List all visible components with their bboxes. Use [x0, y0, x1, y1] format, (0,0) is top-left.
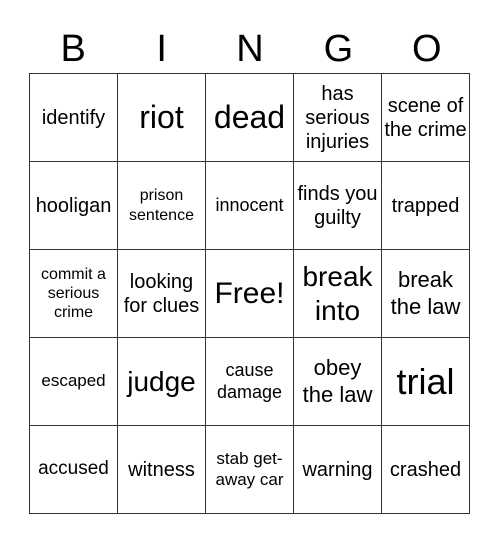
bingo-cell[interactable]: stab get-away car: [206, 426, 294, 514]
cell-text: innocent: [215, 194, 284, 215]
bingo-cell[interactable]: dead: [206, 74, 294, 162]
bingo-cell[interactable]: finds you guilty: [294, 162, 382, 250]
header-letter-b: B: [60, 28, 86, 70]
free-space-cell[interactable]: Free!: [206, 250, 294, 338]
header-letter-g: G: [323, 28, 354, 70]
cell-text: break the law: [390, 267, 461, 319]
bingo-cell[interactable]: judge: [118, 338, 206, 426]
bingo-grid: identify riot dead has serious injuries scen…: [29, 73, 470, 514]
header-letter-n: N: [236, 28, 264, 70]
header-letter-o: O: [412, 28, 442, 70]
bingo-cell[interactable]: prison sentence: [118, 162, 206, 250]
cell-text: commit a serious crime: [41, 265, 106, 322]
bingo-cell[interactable]: hooligan: [30, 162, 118, 250]
header-letter-i: I: [156, 28, 167, 70]
cell-text: dead: [213, 99, 286, 136]
cell-text: prison sentence: [129, 187, 194, 224]
bingo-cell[interactable]: witness: [118, 426, 206, 514]
cell-text: identify: [41, 106, 106, 129]
bingo-cell[interactable]: accused: [30, 426, 118, 514]
cell-text: trapped: [391, 194, 460, 217]
cell-text: riot: [139, 99, 184, 136]
bingo-cell[interactable]: warning: [294, 426, 382, 514]
bingo-cell[interactable]: trial: [382, 338, 470, 426]
bingo-cell[interactable]: scene of the crime: [382, 74, 470, 162]
cell-text: judge: [127, 365, 196, 397]
bingo-cell[interactable]: cause damage: [206, 338, 294, 426]
bingo-cell[interactable]: obey the law: [294, 338, 382, 426]
bingo-cell[interactable]: escaped: [30, 338, 118, 426]
bingo-cell[interactable]: break the law: [382, 250, 470, 338]
cell-text: trial: [396, 360, 455, 402]
cell-text: obey the law: [302, 355, 373, 407]
bingo-cell[interactable]: commit a serious crime: [30, 250, 118, 338]
cell-text: accused: [38, 458, 109, 480]
bingo-cell[interactable]: identify: [30, 74, 118, 162]
cell-text: warning: [302, 458, 373, 481]
cell-text: cause damage: [216, 359, 283, 402]
cell-text: witness: [128, 458, 195, 481]
bingo-cell[interactable]: innocent: [206, 162, 294, 250]
cell-text: stab get-away car: [215, 449, 284, 489]
bingo-header: B I N G O: [29, 26, 471, 72]
cell-text: scene of the crime: [384, 94, 467, 141]
bingo-cell[interactable]: riot: [118, 74, 206, 162]
cell-text: crashed: [389, 458, 462, 481]
cell-text: looking for clues: [123, 270, 200, 317]
cell-text: Free!: [214, 276, 285, 310]
bingo-cell[interactable]: looking for clues: [118, 250, 206, 338]
cell-text: break into: [302, 260, 373, 326]
cell-text: finds you guilty: [297, 182, 378, 229]
bingo-cell[interactable]: has serious injuries: [294, 74, 382, 162]
bingo-cell[interactable]: trapped: [382, 162, 470, 250]
cell-text: has serious injuries: [305, 82, 370, 153]
cell-text: escaped: [41, 371, 106, 391]
bingo-cell[interactable]: break into: [294, 250, 382, 338]
bingo-cell[interactable]: crashed: [382, 426, 470, 514]
cell-text: hooligan: [35, 194, 112, 217]
